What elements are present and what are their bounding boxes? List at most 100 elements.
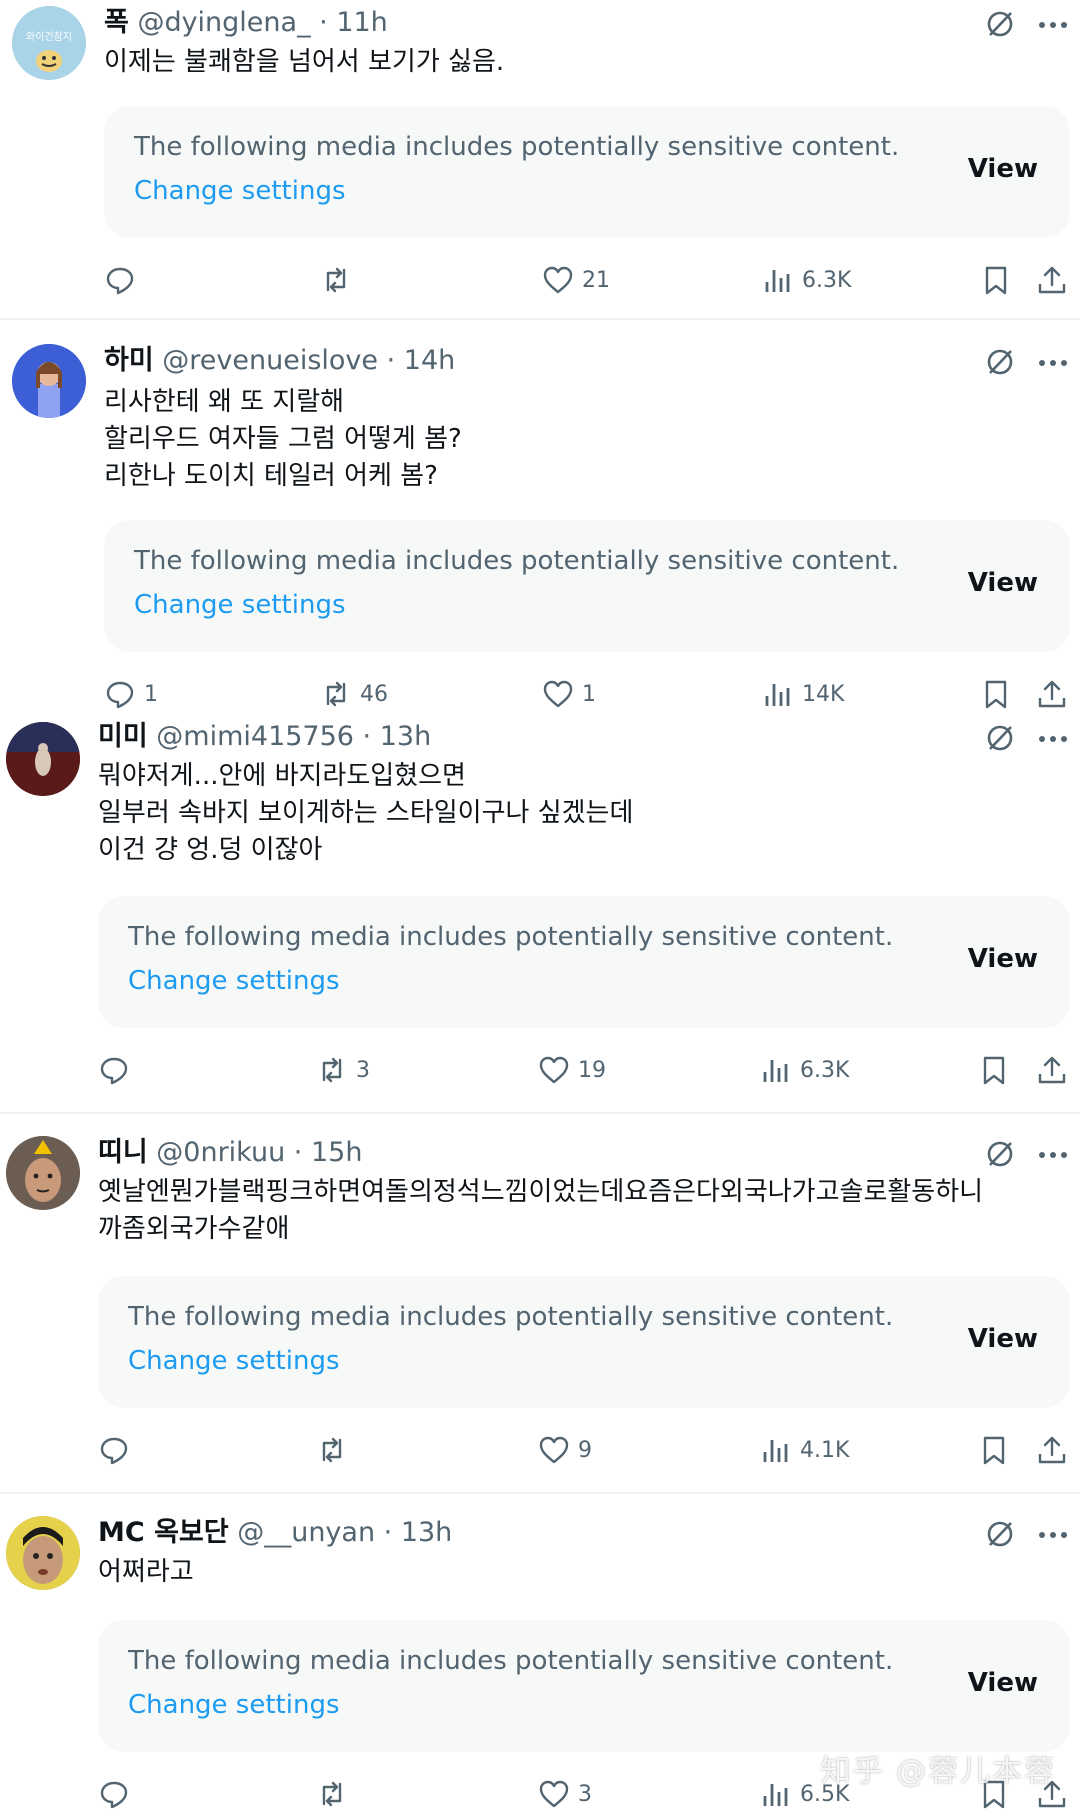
reply-button[interactable] <box>98 1774 138 1814</box>
display-name[interactable]: 하미 <box>104 345 154 376</box>
divider <box>0 1492 1080 1494</box>
tweet-header: 미미 @mimi415756 · 13h <box>98 720 431 754</box>
bookmark-button[interactable] <box>978 1050 1010 1090</box>
timestamp[interactable]: 13h <box>380 721 431 752</box>
like-button[interactable]: 3 <box>538 1774 592 1814</box>
tweet[interactable]: 띠니 @0nrikuu · 15h 옛날엔뭔가블랙핑크하면여돌의정석느낌이었는데… <box>0 1116 1080 1492</box>
view-button[interactable]: View <box>968 154 1038 184</box>
reply-icon <box>100 1437 128 1465</box>
retweet-icon <box>326 267 346 293</box>
grok-icon[interactable] <box>984 346 1016 378</box>
retweet-button[interactable] <box>320 260 360 300</box>
reply-button[interactable] <box>104 260 144 300</box>
avatar[interactable] <box>6 1516 80 1590</box>
more-icon[interactable] <box>1036 1518 1070 1552</box>
like-button[interactable]: 1 <box>542 674 596 714</box>
views-button[interactable]: 6.3K <box>760 1050 849 1090</box>
bookmark-button[interactable] <box>978 1430 1010 1470</box>
heart-icon <box>543 680 573 708</box>
view-button[interactable]: View <box>968 1668 1038 1698</box>
watermark: 知乎 @蓉儿本蓉 <box>820 1754 1056 1789</box>
like-button[interactable]: 21 <box>542 260 610 300</box>
avatar[interactable] <box>12 344 86 418</box>
retweet-button[interactable] <box>316 1774 356 1814</box>
grok-icon[interactable] <box>984 1138 1016 1170</box>
user-handle[interactable]: @revenueislove <box>162 345 378 376</box>
more-icon[interactable] <box>1036 1138 1070 1172</box>
bookmark-button[interactable] <box>980 260 1012 300</box>
timestamp[interactable]: 15h <box>311 1137 362 1168</box>
sensitive-media-box: The following media includes potentially… <box>98 1620 1070 1752</box>
display-name[interactable]: 띠니 <box>98 1137 148 1168</box>
tweet-header: MC 옥보단 @__unyan · 13h <box>98 1516 452 1550</box>
views-button[interactable]: 6.3K <box>762 260 851 300</box>
sensitive-warning-text: The following media includes potentially… <box>134 546 900 576</box>
retweet-button[interactable]: 3 <box>316 1050 370 1090</box>
grok-icon[interactable] <box>984 722 1016 754</box>
views-chart-icon <box>763 1440 788 1462</box>
tweet-text: 이제는 불쾌함을 넘어서 보기가 싫음. <box>104 47 505 77</box>
grok-icon[interactable] <box>984 8 1016 40</box>
change-settings-link[interactable]: Change settings <box>128 966 340 996</box>
more-icon[interactable] <box>1036 8 1070 42</box>
grok-icon[interactable] <box>984 1518 1016 1550</box>
retweet-count: 46 <box>360 681 388 707</box>
separator: · <box>310 7 337 38</box>
views-count: 14K <box>802 681 845 707</box>
user-handle[interactable]: @mimi415756 <box>156 721 354 752</box>
views-button[interactable]: 4.1K <box>760 1430 849 1470</box>
reply-button[interactable] <box>98 1430 138 1470</box>
reply-icon <box>106 681 134 709</box>
tweet[interactable]: 와이건참지 폭 @dyinglena_ · 11h 이제는 불쾌함을 넘어서 보… <box>0 0 1080 316</box>
avatar[interactable] <box>6 722 80 796</box>
more-icon[interactable] <box>1036 722 1070 756</box>
reply-button[interactable] <box>98 1050 138 1090</box>
display-name[interactable]: MC 옥보단 <box>98 1517 229 1548</box>
change-settings-link[interactable]: Change settings <box>134 176 346 206</box>
tweet[interactable]: 미미 @mimi415756 · 13h 뭐야저게...안에 바지라도입혔으면 … <box>0 712 1080 1112</box>
avatar[interactable]: 와이건참지 <box>12 6 86 80</box>
share-button[interactable] <box>1036 1430 1068 1470</box>
views-chart-icon <box>765 684 790 706</box>
user-handle[interactable]: @__unyan <box>237 1517 375 1548</box>
heart-icon <box>543 266 573 294</box>
view-button[interactable]: View <box>968 944 1038 974</box>
retweet-button[interactable] <box>316 1430 356 1470</box>
like-count: 1 <box>582 681 596 707</box>
share-button[interactable] <box>1036 674 1068 714</box>
user-handle[interactable]: @0nrikuu <box>156 1137 285 1168</box>
change-settings-link[interactable]: Change settings <box>128 1690 340 1720</box>
share-button[interactable] <box>1036 260 1068 300</box>
reply-icon <box>100 1057 128 1085</box>
like-button[interactable]: 9 <box>538 1430 592 1470</box>
views-count: 4.1K <box>800 1437 850 1463</box>
sensitive-warning-text: The following media includes potentially… <box>128 1302 894 1332</box>
display-name[interactable]: 폭 <box>104 7 129 38</box>
retweet-button[interactable]: 46 <box>320 674 388 714</box>
views-button[interactable]: 14K <box>762 674 844 714</box>
change-settings-link[interactable]: Change settings <box>134 590 346 620</box>
share-icon <box>1038 680 1066 708</box>
timestamp[interactable]: 11h <box>336 7 387 38</box>
tweet-text: 뭐야저게...안에 바지라도입혔으면 일부러 속바지 보이게하는 스타일이구나 … <box>98 761 634 865</box>
avatar[interactable] <box>6 1136 80 1210</box>
share-button[interactable] <box>1036 1050 1068 1090</box>
timestamp[interactable]: 13h <box>401 1517 452 1548</box>
sensitive-warning-text: The following media includes potentially… <box>128 922 894 952</box>
more-icon[interactable] <box>1036 346 1070 380</box>
view-button[interactable]: View <box>968 1324 1038 1354</box>
display-name[interactable]: 미미 <box>98 721 148 752</box>
retweet-icon <box>326 681 346 707</box>
bookmark-button[interactable] <box>980 674 1012 714</box>
change-settings-link[interactable]: Change settings <box>128 1346 340 1376</box>
action-bar: 3 19 6.3K <box>0 1050 1080 1090</box>
tweet[interactable]: 하미 @revenueislove · 14h 리사한테 왜 또 지랄해 할리우… <box>0 322 1080 712</box>
view-button[interactable]: View <box>968 568 1038 598</box>
divider <box>0 318 1080 320</box>
tweet-text: 옛날엔뭔가블랙핑크하면여돌의정석느낌이었는데요즘은다외국나가고솔로활동하니 까좀… <box>98 1177 984 1244</box>
timestamp[interactable]: 14h <box>404 345 455 376</box>
user-handle[interactable]: @dyinglena_ <box>137 7 310 38</box>
like-button[interactable]: 19 <box>538 1050 606 1090</box>
reply-button[interactable]: 1 <box>104 674 158 714</box>
sensitive-media-box: The following media includes potentially… <box>104 106 1070 238</box>
